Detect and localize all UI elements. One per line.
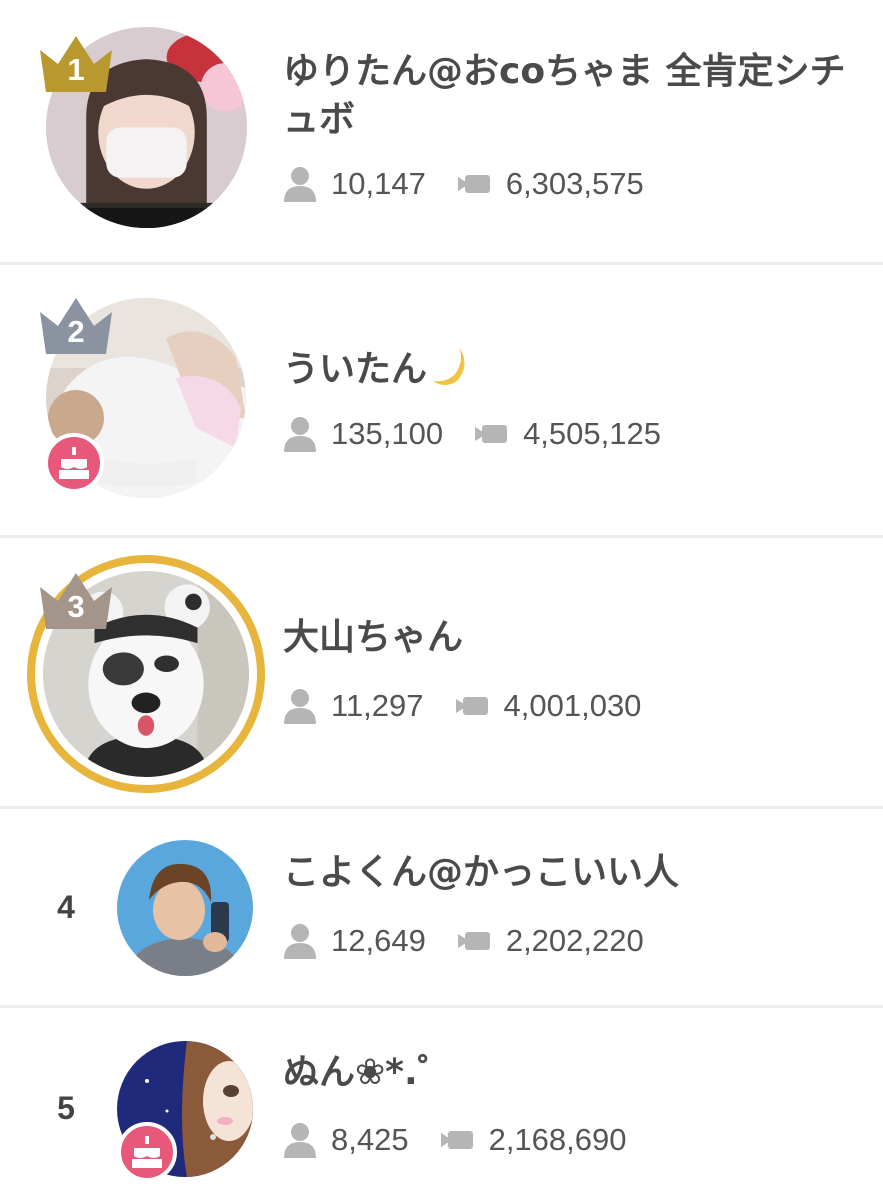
followers-count: 12,649: [331, 923, 426, 958]
user-name[interactable]: こよくん@かっこいい人: [283, 849, 863, 897]
birthday-cake-icon: [132, 1136, 162, 1168]
birthday-cake-icon: [59, 447, 89, 479]
video-camera-icon: [475, 423, 508, 445]
followers-count: 10,147: [331, 166, 426, 201]
ranking-row-3[interactable]: 3 大山ちゃん 11,297 4,001,030: [0, 538, 883, 806]
user-name[interactable]: 大山ちゃん: [283, 614, 863, 662]
rank-crown-bronze-icon: 3: [38, 569, 114, 633]
followers-count: 8,425: [331, 1122, 409, 1157]
video-camera-icon: [455, 695, 488, 717]
user-stats: 10,147 6,303,575: [283, 162, 644, 206]
views-count: 4,505,125: [523, 416, 661, 451]
crescent-moon-emoji: [429, 343, 473, 400]
user-stats: 12,649 2,202,220: [283, 919, 644, 963]
followers-count: 135,100: [331, 416, 444, 451]
views-count: 2,202,220: [505, 923, 644, 958]
rank-number: 4: [57, 889, 75, 925]
user-name-text: ういたん: [283, 349, 428, 390]
ranking-row-2[interactable]: 2 ういたん 135,100 4,505,125: [0, 265, 883, 535]
user-name[interactable]: ぬん❀*.゜: [283, 1049, 863, 1097]
rank-number: 1: [67, 52, 85, 87]
rank-number: 3: [67, 589, 85, 624]
followers-count: 11,297: [331, 688, 424, 723]
ranking-row-4[interactable]: 4 こよくん@かっこいい人 12,649 2,202,220: [0, 809, 883, 1005]
birthday-badge: [44, 433, 104, 493]
person-icon: [283, 416, 317, 452]
person-icon: [283, 688, 317, 724]
ranking-row-5[interactable]: 5 ぬん❀*.゜ 8,425 2,168,690: [0, 1008, 883, 1200]
views-count: 6,303,575: [505, 166, 644, 201]
ranking-row-1[interactable]: 1 ゆりたん@おcoちゃま 全肯定シチュボ 10,147 6,303,575: [0, 0, 883, 262]
views-count: 2,168,690: [488, 1122, 627, 1157]
rank-number: 5: [57, 1090, 75, 1126]
user-stats: 11,297 4,001,030: [283, 684, 641, 728]
rank-crown-gold-icon: 1: [38, 32, 114, 96]
rank-number: 2: [67, 314, 85, 349]
person-icon: [283, 166, 317, 202]
avatar[interactable]: [117, 840, 253, 976]
video-camera-icon: [457, 930, 490, 952]
user-name[interactable]: ういたん: [283, 343, 863, 400]
birthday-badge: [117, 1122, 177, 1182]
person-icon: [283, 1122, 317, 1158]
user-stats: 8,425 2,168,690: [283, 1118, 627, 1162]
rank-crown-silver-icon: 2: [38, 294, 114, 358]
person-icon: [283, 923, 317, 959]
user-name[interactable]: ゆりたん@おcoちゃま 全肯定シチュボ: [283, 48, 863, 144]
video-camera-icon: [440, 1129, 473, 1151]
video-camera-icon: [457, 173, 490, 195]
views-count: 4,001,030: [503, 688, 642, 723]
user-stats: 135,100 4,505,125: [283, 412, 661, 456]
